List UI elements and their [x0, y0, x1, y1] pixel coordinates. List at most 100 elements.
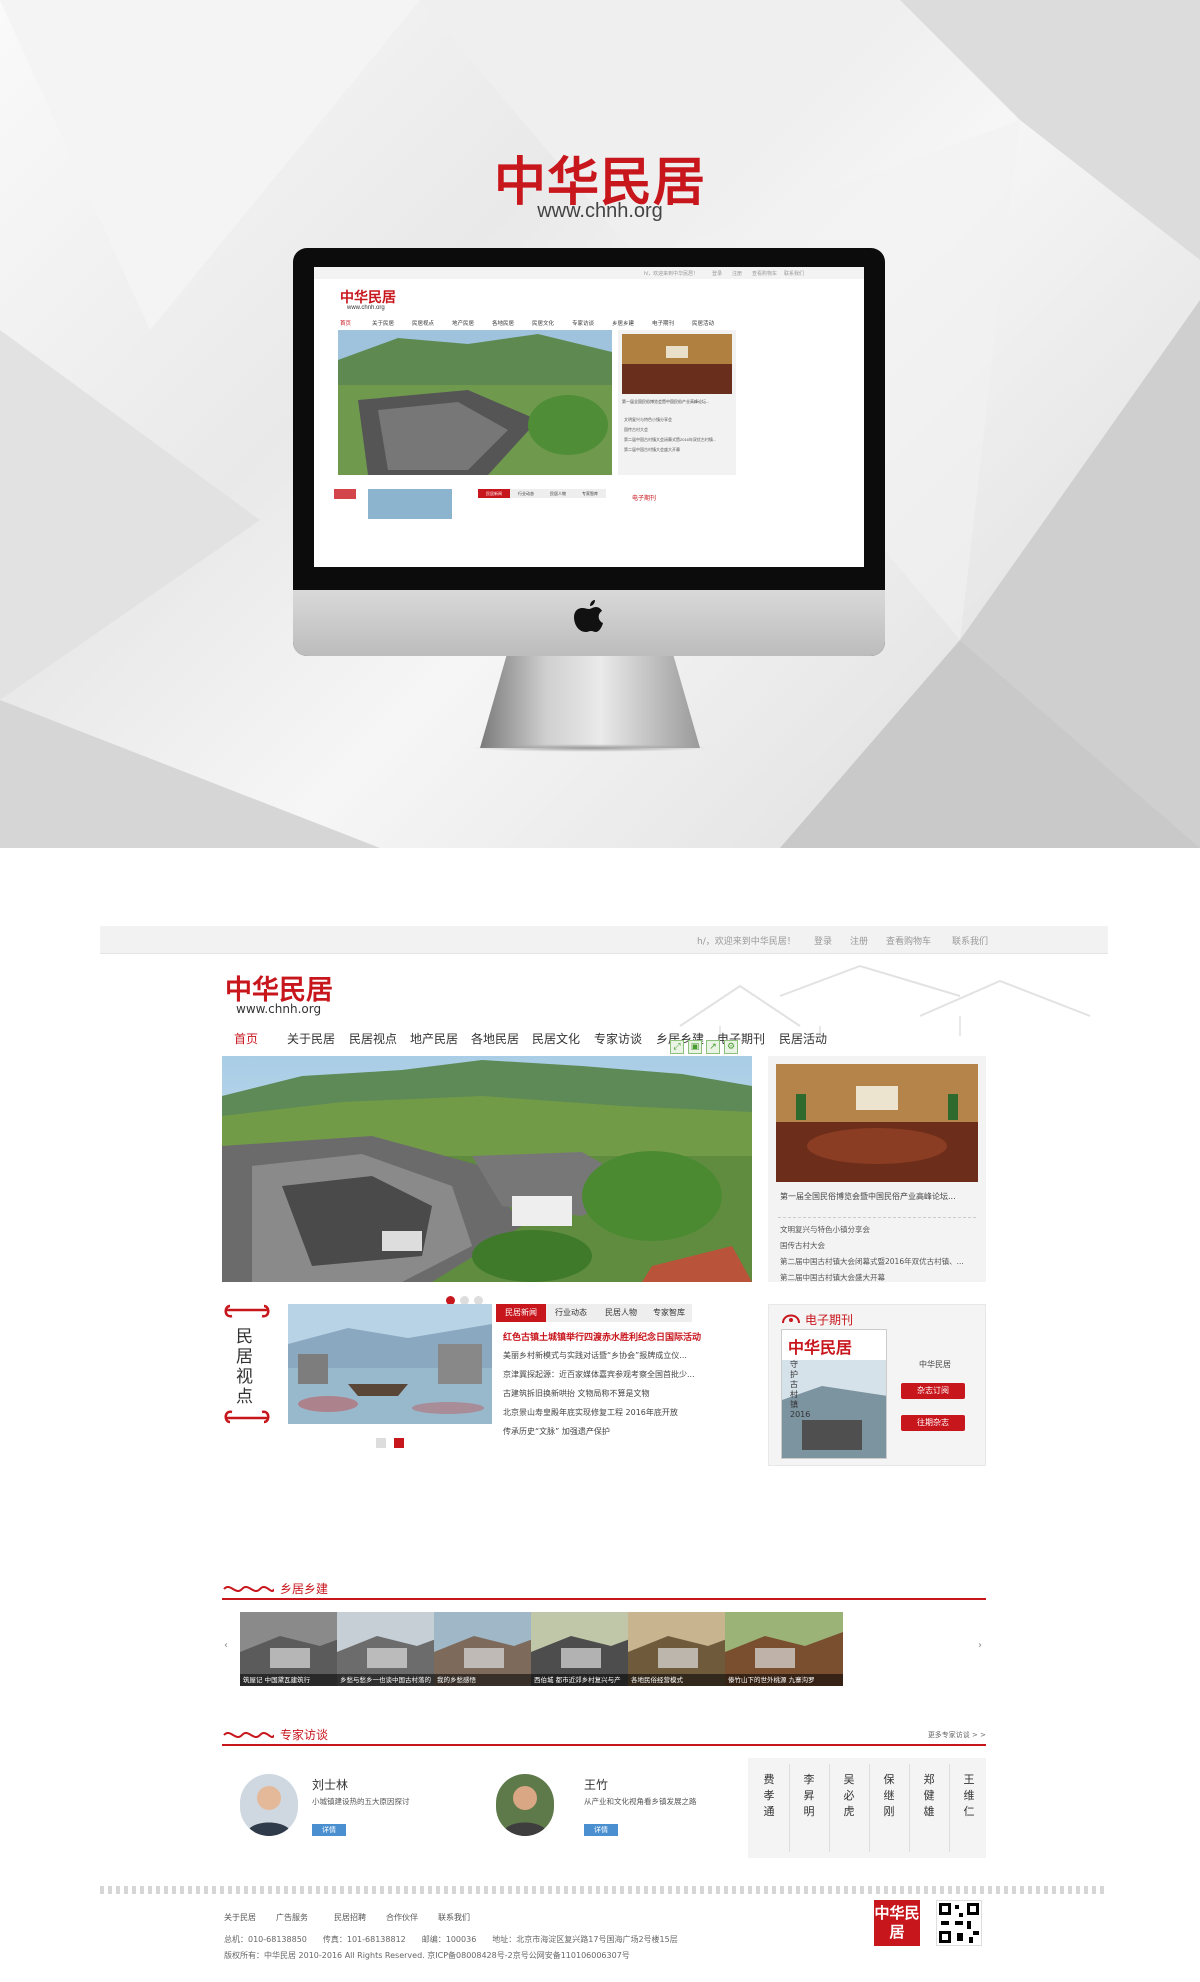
footer-link[interactable]: 广告服务 — [276, 1912, 308, 1923]
mini-topbar-cart[interactable]: 查看购物车 — [752, 270, 777, 277]
expand-icon[interactable]: ⤢ — [670, 1040, 684, 1054]
nav-item[interactable]: 地产民居 — [410, 1030, 458, 1047]
footer-link[interactable]: 合作伙伴 — [386, 1912, 418, 1923]
avatar[interactable] — [240, 1774, 298, 1836]
mini-topbar-contact[interactable]: 联系我们 — [784, 270, 804, 277]
expert-name[interactable]: 刘士林 — [312, 1776, 348, 1793]
featured-photo[interactable] — [776, 1064, 978, 1182]
news-item[interactable]: 美丽乡村新模式与实践对话暨“乡协会”报牌成立仪... — [503, 1350, 687, 1361]
expert-detail-button[interactable]: 详情 — [584, 1824, 618, 1836]
mini-tab[interactable]: 民居新闻 — [478, 489, 510, 498]
footer-logo-text: 中华民居 — [874, 1904, 920, 1941]
featured-list-item[interactable]: 第二届中国古村镇大会闭幕式暨2016年双优古村镇、... — [780, 1256, 964, 1267]
mini-nav-item[interactable]: 地产民居 — [452, 319, 474, 327]
stand-shadow — [470, 744, 710, 752]
footer-link[interactable]: 关于民居 — [224, 1912, 256, 1923]
mini-tab[interactable]: 民居人物 — [542, 489, 574, 498]
magazine-ornament-icon — [782, 1314, 800, 1324]
banner-village-photo — [222, 1056, 752, 1282]
cover-title: 中华民居 — [788, 1338, 853, 1357]
mini-nav-item[interactable]: 专家访谈 — [572, 319, 594, 327]
nav-item[interactable]: 民居文化 — [532, 1030, 580, 1047]
expert-name[interactable]: 王竹 — [584, 1776, 608, 1793]
footer-copyright: 版权所有：中华民居 2010-2016 All Rights Reserved.… — [224, 1951, 630, 1960]
mini-list-item[interactable]: 国传古村大会 — [624, 427, 648, 433]
nav-item[interactable]: 民居视点 — [349, 1030, 397, 1047]
nav-item[interactable]: 各地民居 — [471, 1030, 519, 1047]
mini-magazine-title: 电子期刊 — [632, 495, 657, 502]
news-item[interactable]: 传承历史“文脉” 加强遗产保护 — [503, 1426, 610, 1437]
news-headline[interactable]: 红色古镇土城镇举行四渡赤水胜利纪念日国际活动 — [503, 1330, 701, 1343]
share-icon[interactable]: ↗ — [706, 1040, 720, 1054]
nav-item[interactable]: 民居活动 — [779, 1030, 827, 1047]
mini-nav-item[interactable]: 民居文化 — [532, 319, 554, 327]
mini-nav-item[interactable]: 民居视点 — [412, 319, 434, 327]
register-link[interactable]: 注册 — [850, 934, 868, 947]
footer-pattern-line — [100, 1886, 1108, 1894]
viewpoint-page-dot[interactable] — [376, 1438, 386, 1448]
subscribe-button[interactable]: 杂志订阅 — [901, 1383, 965, 1399]
expert-desc: 小城镇建设热的五大原因探讨 — [312, 1797, 410, 1806]
login-link[interactable]: 登录 — [814, 934, 832, 947]
more-experts-link[interactable]: 更多专家访谈 > > — [928, 1730, 986, 1740]
mini-nav-item[interactable]: 乡居乡建 — [612, 319, 634, 327]
names-divider — [829, 1764, 830, 1852]
rural-prev-arrow[interactable]: ‹ — [224, 1640, 228, 1651]
mini-topbar-login[interactable]: 登录 — [712, 270, 722, 277]
mini-nav-item[interactable]: 关于民居 — [372, 319, 394, 327]
nav-item[interactable]: 关于民居 — [287, 1030, 335, 1047]
rural-next-arrow[interactable]: › — [978, 1640, 982, 1651]
expert-names-list: 费孝通 李昇明 吴必虎 保继刚 郑健雄 王维仁 — [748, 1758, 986, 1858]
featured-list-item[interactable]: 第二届中国古村镇大会盛大开幕 — [780, 1272, 885, 1283]
expert-name-vertical[interactable]: 保继刚 — [880, 1772, 898, 1820]
expert-detail-button[interactable]: 详情 — [312, 1824, 346, 1836]
mini-list-item[interactable]: 第二届中国古村镇大会闭幕式暨2016年双优古村镇... — [624, 437, 716, 443]
mini-nav-item[interactable]: 首页 — [340, 319, 351, 327]
cart-link[interactable]: 查看购物车 — [886, 934, 931, 947]
expert-name-vertical[interactable]: 王维仁 — [960, 1772, 978, 1820]
footer-link[interactable]: 联系我们 — [438, 1912, 470, 1923]
mini-nav-item[interactable]: 民居活动 — [692, 319, 714, 327]
news-item[interactable]: 古建筑拆旧换新哄抬 文物局称不算是文物 — [503, 1388, 650, 1399]
viewpoint-photo[interactable] — [288, 1304, 492, 1424]
qr-code-icon — [936, 1900, 982, 1946]
hero-url: www.chnh.org — [537, 200, 663, 222]
magazine-panel: 电子期刊 中华民居 守护古村镇 2016 中华民居 杂志订阅 往期杂志 — [768, 1304, 986, 1466]
mini-list-item[interactable]: 文明复兴与特色小镇分享会 — [624, 417, 672, 423]
section-ornament-icon — [223, 1732, 274, 1738]
featured-list-item[interactable]: 文明复兴与特色小镇分享会 — [780, 1224, 870, 1235]
magazine-cover[interactable]: 中华民居 守护古村镇 2016 — [781, 1329, 887, 1459]
featured-list-item[interactable]: 国传古村大会 — [780, 1240, 825, 1251]
expert-name-vertical[interactable]: 郑健雄 — [920, 1772, 938, 1820]
tab-people[interactable]: 民居人物 — [596, 1304, 646, 1322]
viewpoint-page-dot-active[interactable] — [394, 1438, 404, 1448]
expert-name-vertical[interactable]: 吴必虎 — [840, 1772, 858, 1820]
nav-item[interactable]: 专家访谈 — [594, 1030, 642, 1047]
rural-thumb[interactable]: 傣竹山下的世外桃源 九寨沟罗 — [725, 1612, 843, 1686]
settings-icon[interactable]: ⚙ — [724, 1040, 738, 1054]
contact-link[interactable]: 联系我们 — [952, 934, 988, 947]
expert-name-vertical[interactable]: 费孝通 — [760, 1772, 778, 1820]
mini-tab[interactable]: 行业动态 — [510, 489, 542, 498]
mini-topbar-register[interactable]: 注册 — [732, 270, 742, 277]
hero-banner[interactable] — [222, 1056, 752, 1282]
mini-ornament — [334, 489, 356, 499]
featured-caption[interactable]: 第一届全国民俗博览会暨中国民俗产业高峰论坛... — [780, 1191, 956, 1202]
tab-experts[interactable]: 专家智库 — [646, 1304, 692, 1322]
nav-item-home[interactable]: 首页 — [234, 1030, 258, 1047]
news-item[interactable]: 京津冀探起源：近百家媒体嘉宾参观考察全国首批少... — [503, 1369, 695, 1380]
experts-section-header: 专家访谈 更多专家访谈 > > — [222, 1726, 986, 1746]
avatar[interactable] — [496, 1774, 554, 1836]
footer-link[interactable]: 民居招聘 — [334, 1912, 366, 1923]
mini-nav-item[interactable]: 电子期刊 — [652, 319, 674, 327]
save-icon[interactable]: ▣ — [688, 1040, 702, 1054]
mini-featured-caption[interactable]: 第一届全国民俗博览会暨中国民俗产业高峰论坛... — [622, 399, 709, 405]
news-item[interactable]: 北京景山寿皇殿年底实现修复工程 2016年底开放 — [503, 1407, 678, 1418]
mini-list-item[interactable]: 第二届中国古村镇大会盛大开幕 — [624, 447, 680, 453]
past-issues-button[interactable]: 往期杂志 — [901, 1415, 965, 1431]
tab-industry[interactable]: 行业动态 — [546, 1304, 596, 1322]
expert-name-vertical[interactable]: 李昇明 — [800, 1772, 818, 1820]
mini-nav-item[interactable]: 各地民居 — [492, 319, 514, 327]
mini-tab[interactable]: 专家智库 — [574, 489, 606, 498]
tab-news[interactable]: 民居新闻 — [496, 1304, 546, 1322]
